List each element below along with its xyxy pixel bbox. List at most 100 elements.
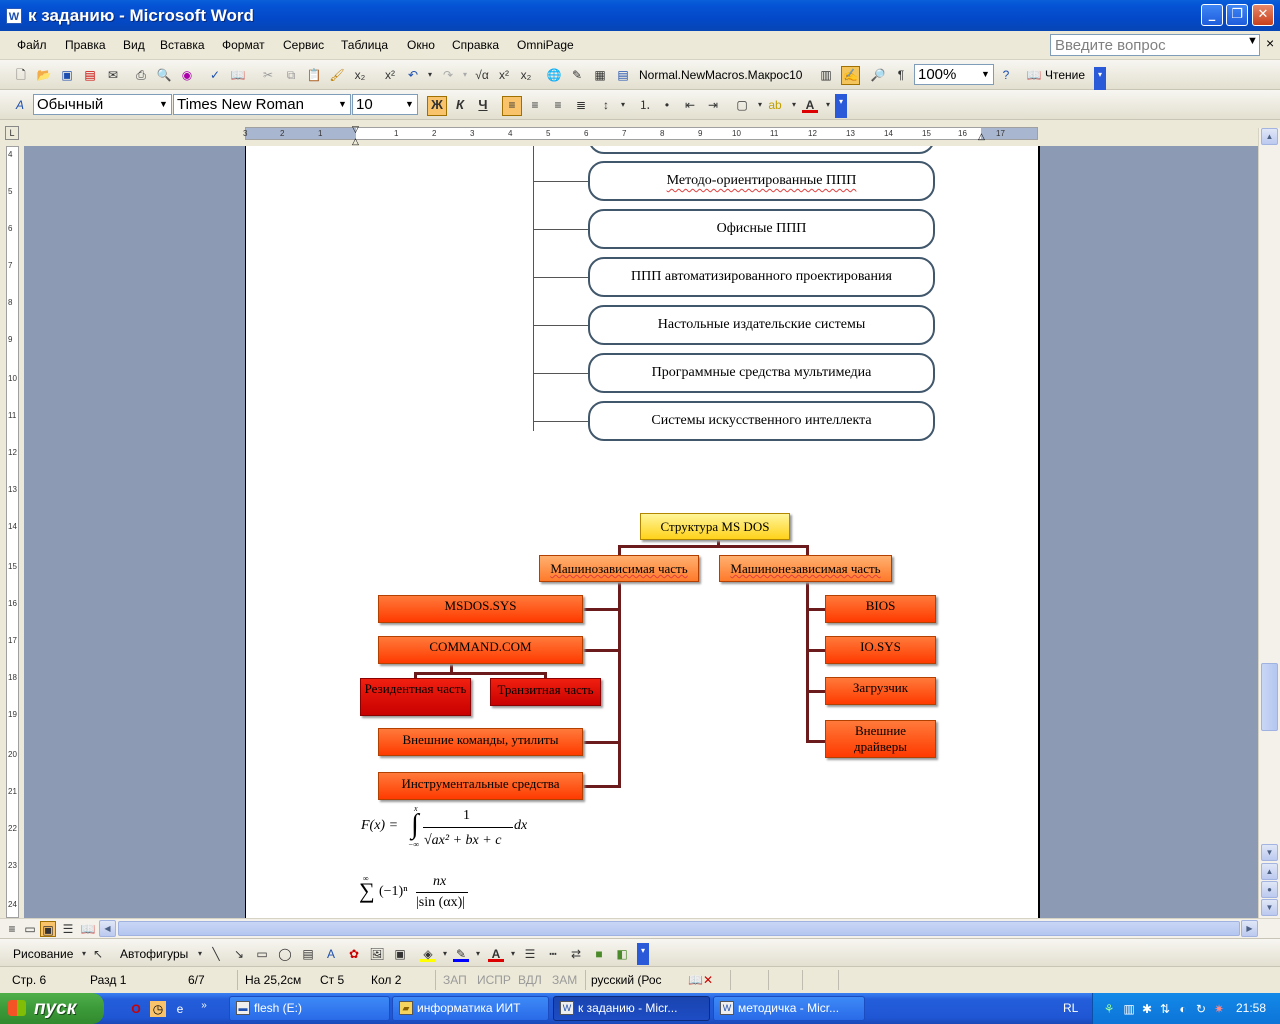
undo-dropdown-icon[interactable]: ▾ bbox=[422, 67, 438, 83]
loader-box[interactable]: Загрузчик bbox=[825, 677, 936, 705]
maximize-button[interactable]: ❐ bbox=[1226, 4, 1248, 26]
insert-table-icon[interactable]: ▦ bbox=[592, 67, 608, 83]
increase-indent-icon[interactable]: ⇥ bbox=[705, 97, 721, 113]
outline-view-icon[interactable]: ☰ bbox=[60, 921, 76, 937]
clock-app-icon[interactable]: ◷ bbox=[150, 1001, 166, 1017]
vertical-ruler[interactable]: 4 5 6 7 8 9 10 11 12 13 14 15 16 17 18 1… bbox=[0, 146, 24, 918]
menu-tools[interactable]: Сервис bbox=[283, 38, 324, 52]
list-box[interactable]: ППП автоматизированного проектирования bbox=[588, 257, 935, 297]
insert-picture-icon[interactable]: ▣ bbox=[392, 946, 408, 962]
bios-box[interactable]: BIOS bbox=[825, 595, 936, 623]
drawing-toolbar-options-icon[interactable]: ▾ bbox=[637, 943, 649, 965]
menu-view[interactable]: Вид bbox=[123, 38, 145, 52]
undo-icon[interactable]: ↶ bbox=[405, 67, 421, 83]
minimize-button[interactable]: _ bbox=[1201, 4, 1223, 26]
draw-font-color-icon[interactable]: A bbox=[488, 946, 504, 962]
tab-selector-icon[interactable]: L bbox=[5, 126, 19, 140]
scroll-down-icon[interactable]: ▼ bbox=[1261, 844, 1278, 861]
menu-table[interactable]: Таблица bbox=[341, 38, 388, 52]
3d-style-icon[interactable]: ◧ bbox=[614, 946, 630, 962]
highlight-icon[interactable]: ab bbox=[767, 97, 783, 113]
arrow-style-icon[interactable]: ⇄ bbox=[568, 946, 584, 962]
language-indicator[interactable]: RL bbox=[1063, 1001, 1078, 1015]
ask-question-input[interactable]: Введите вопрос bbox=[1050, 34, 1260, 56]
tools-box[interactable]: Инструментальные средства bbox=[378, 772, 583, 800]
redo-dropdown-icon[interactable]: ▾ bbox=[457, 67, 473, 83]
horizontal-scrollbar[interactable]: ≡ ▭ ▣ ☰ 📖 ◀ ▶ bbox=[0, 918, 1280, 938]
bold-button[interactable]: Ж bbox=[427, 96, 447, 116]
print-layout-view-icon[interactable]: ▣ bbox=[40, 921, 56, 937]
command-com-box[interactable]: COMMAND.COM bbox=[378, 636, 583, 664]
read-icon[interactable]: 📖 bbox=[1026, 67, 1042, 83]
email-icon[interactable]: ✉ bbox=[105, 67, 121, 83]
scroll-up-icon[interactable]: ▲ bbox=[1261, 128, 1278, 145]
font-size-select[interactable]: 10 ▼ bbox=[352, 94, 418, 115]
superscript2-icon[interactable]: x² bbox=[496, 67, 512, 83]
resident-part-box[interactable]: Резидентная часть bbox=[360, 678, 471, 716]
list-box[interactable] bbox=[588, 146, 935, 154]
list-box[interactable]: Настольные издательские системы bbox=[588, 305, 935, 345]
decrease-indent-icon[interactable]: ⇤ bbox=[682, 97, 698, 113]
help-icon[interactable]: ? bbox=[998, 67, 1014, 83]
line-spacing-dropdown-icon[interactable]: ▾ bbox=[615, 97, 631, 113]
style-dropdown-icon[interactable]: ▼ bbox=[156, 95, 171, 114]
status-overtype[interactable]: ЗАМ bbox=[552, 973, 577, 987]
select-browse-object-icon[interactable]: ● bbox=[1261, 881, 1278, 898]
line-color-dropdown-icon[interactable]: ▾ bbox=[470, 946, 486, 962]
bullets-icon[interactable]: • bbox=[659, 97, 675, 113]
align-center-icon[interactable]: ≡ bbox=[527, 97, 543, 113]
status-language[interactable]: русский (Рос bbox=[591, 973, 662, 987]
columns-icon[interactable]: ▥ bbox=[818, 67, 834, 83]
copy-icon[interactable]: ⧉ bbox=[283, 67, 299, 83]
external-drivers-box[interactable]: Внешние драйверы bbox=[825, 720, 936, 758]
machine-independent-box[interactable]: Машинонезависимая часть bbox=[719, 555, 892, 582]
rectangle-icon[interactable]: ▭ bbox=[254, 946, 270, 962]
zoom-dropdown-icon[interactable]: ▼ bbox=[978, 65, 993, 84]
research-book-icon[interactable]: 📖 bbox=[230, 67, 246, 83]
style-select[interactable]: Обычный ▼ bbox=[33, 94, 172, 115]
fill-color-icon[interactable]: ◈ bbox=[420, 946, 436, 962]
menu-edit[interactable]: Правка bbox=[65, 38, 106, 52]
align-left-icon[interactable]: ≡ bbox=[502, 96, 522, 116]
show-formatting-icon[interactable]: ¶ bbox=[893, 67, 909, 83]
permission-icon[interactable]: ▤ bbox=[82, 67, 98, 83]
autoshapes-button[interactable]: Автофигуры bbox=[120, 947, 188, 961]
menu-omnipage[interactable]: OmniPage bbox=[517, 38, 574, 52]
new-document-icon[interactable]: 🗋 bbox=[13, 67, 29, 83]
justify-icon[interactable]: ≣ bbox=[573, 97, 589, 113]
open-icon[interactable]: 📂 bbox=[36, 67, 52, 83]
document-area[interactable]: Методо-ориентированные ППП Офисные ППП П… bbox=[24, 146, 1258, 918]
normal-view-icon[interactable]: ≡ bbox=[4, 921, 20, 937]
wordart-icon[interactable]: A bbox=[323, 946, 339, 962]
select-objects-icon[interactable]: ↖ bbox=[90, 946, 106, 962]
dash-style-icon[interactable]: ┅ bbox=[545, 946, 561, 962]
quick-launch-more-icon[interactable]: » bbox=[196, 998, 212, 1014]
document-map-icon[interactable]: 🔎 bbox=[870, 67, 886, 83]
subscript-icon[interactable]: x₂ bbox=[352, 67, 368, 83]
transit-part-box[interactable]: Транзитная часть bbox=[490, 678, 601, 706]
scroll-right-icon[interactable]: ▶ bbox=[1241, 920, 1258, 937]
previous-page-icon[interactable]: ▲ bbox=[1261, 863, 1278, 880]
print-preview-icon[interactable]: 🔍 bbox=[156, 67, 172, 83]
shadow-style-icon[interactable]: ■ bbox=[591, 946, 607, 962]
font-color-icon[interactable]: A bbox=[802, 97, 818, 113]
reading-view-icon[interactable]: 📖 bbox=[80, 921, 96, 937]
task-k-zadaniyu[interactable]: W к заданию - Micr... bbox=[553, 996, 710, 1021]
font-size-dropdown-icon[interactable]: ▼ bbox=[402, 95, 417, 114]
line-spacing-icon[interactable]: ↕ bbox=[598, 97, 614, 113]
diagram-icon[interactable]: ✿ bbox=[346, 946, 362, 962]
msdos-root-box[interactable]: Структура MS DOS bbox=[640, 513, 790, 540]
io-sys-box[interactable]: IO.SYS bbox=[825, 636, 936, 664]
read-button[interactable]: Чтение bbox=[1045, 68, 1085, 82]
subscript2-icon[interactable]: x₂ bbox=[518, 67, 534, 83]
align-right-icon[interactable]: ≡ bbox=[550, 97, 566, 113]
format-toolbar-options-icon[interactable]: ▾ bbox=[835, 94, 847, 118]
font-color-dropdown-icon[interactable]: ▾ bbox=[820, 97, 836, 113]
superscript-icon[interactable]: x² bbox=[382, 67, 398, 83]
menu-insert[interactable]: Вставка bbox=[160, 38, 205, 52]
word-app-icon[interactable]: W bbox=[6, 7, 22, 24]
tray-update-icon[interactable]: ↻ bbox=[1193, 1001, 1209, 1017]
menu-help[interactable]: Справка bbox=[452, 38, 499, 52]
tray-bluetooth-icon[interactable]: ✱ bbox=[1139, 1001, 1155, 1017]
italic-button[interactable]: К bbox=[452, 97, 468, 113]
